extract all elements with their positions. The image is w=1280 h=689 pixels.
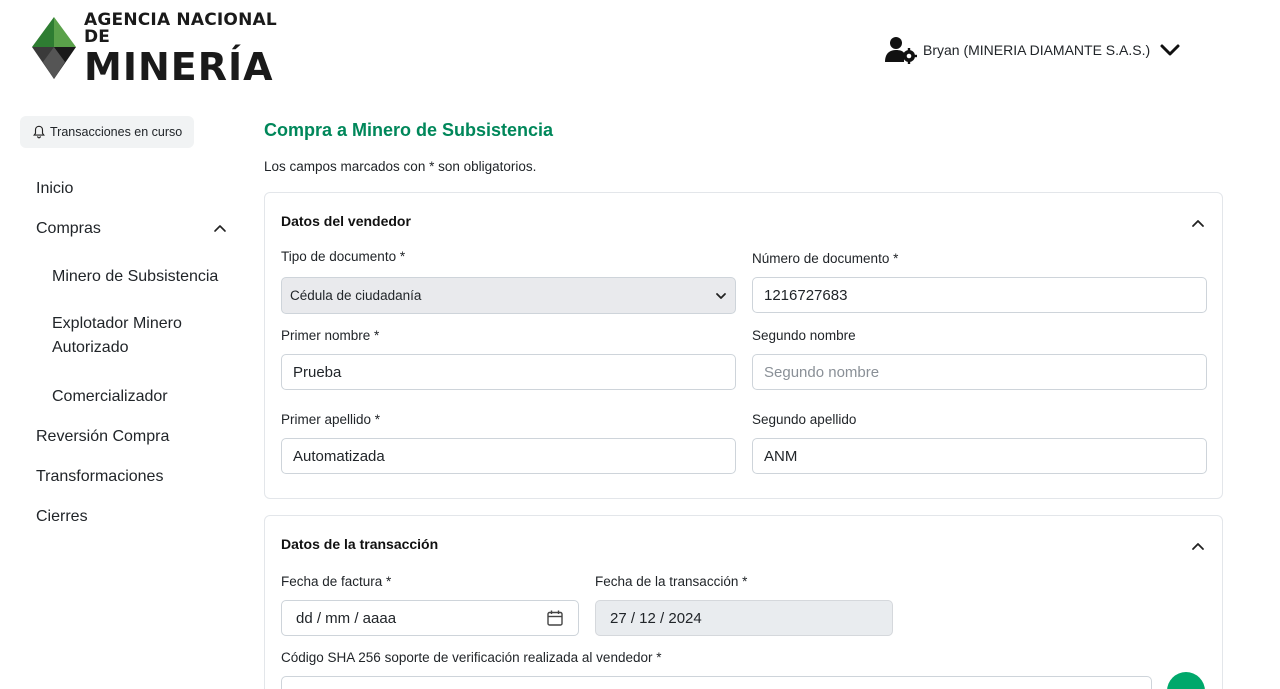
tx-date-label: Fecha de la transacción * <box>595 574 748 589</box>
sidebar-item-comercializador[interactable]: Comercializador <box>52 388 168 406</box>
sidebar-item-compras[interactable]: Compras <box>36 220 101 238</box>
first-surname-input[interactable]: Automatizada <box>281 438 736 474</box>
sidebar-item-cierres[interactable]: Cierres <box>36 508 88 526</box>
transactions-button-label: Transacciones en curso <box>50 125 183 139</box>
sidebar-item-minero-subsistencia[interactable]: Minero de Subsistencia <box>52 268 218 286</box>
invoice-date-value: dd / mm / aaaa <box>296 609 397 627</box>
doc-type-select[interactable]: Cédula de ciudadanía <box>281 277 736 314</box>
anm-logo[interactable]: AGENCIA NACIONAL DE MINERÍA <box>32 12 292 86</box>
chevron-down-icon[interactable] <box>1158 38 1182 62</box>
logo-line2: MINERÍA <box>84 45 274 89</box>
sidebar-item-inicio[interactable]: Inicio <box>36 180 73 198</box>
sha-code-input[interactable] <box>281 676 1152 689</box>
sidebar-item-transformaciones[interactable]: Transformaciones <box>36 468 163 486</box>
vendor-data-card: Datos del vendedor Tipo de documento * C… <box>264 192 1223 499</box>
user-menu[interactable]: Bryan (MINERIA DIAMANTE S.A.S.) <box>885 36 1182 64</box>
doc-type-label: Tipo de documento * <box>281 249 406 264</box>
invoice-date-label: Fecha de factura * <box>281 574 392 589</box>
chevron-up-icon[interactable] <box>1190 538 1206 554</box>
tx-date-value: 27 / 12 / 2024 <box>610 609 702 627</box>
transaction-card-title: Datos de la transacción <box>281 536 439 552</box>
first-surname-label: Primer apellido * <box>281 412 381 427</box>
page-title: Compra a Minero de Subsistencia <box>264 120 554 140</box>
second-surname-label: Segundo apellido <box>752 412 857 427</box>
vendor-card-title: Datos del vendedor <box>281 213 411 229</box>
doc-number-input[interactable]: 1216727683 <box>752 277 1207 313</box>
sha-code-label: Código SHA 256 soporte de verificación r… <box>281 650 662 665</box>
user-name: Bryan (MINERIA DIAMANTE S.A.S.) <box>923 42 1151 58</box>
second-name-label: Segundo nombre <box>752 328 856 343</box>
transaction-data-card: Datos de la transacción Fecha de factura… <box>264 515 1223 689</box>
user-settings-icon <box>885 37 917 64</box>
invoice-date-input[interactable]: dd / mm / aaaa <box>281 600 579 636</box>
sidebar-item-explotador-minero[interactable]: Explotador Minero Autorizado <box>52 312 202 360</box>
second-name-input[interactable]: Segundo nombre <box>752 354 1207 390</box>
logo-diamond-icon <box>32 17 76 79</box>
chevron-up-icon[interactable] <box>212 220 228 236</box>
chevron-down-icon <box>716 292 726 299</box>
sidebar-item-reversion-compra[interactable]: Reversión Compra <box>36 428 169 446</box>
bell-icon <box>33 125 45 139</box>
calendar-icon[interactable] <box>546 609 564 627</box>
chevron-up-icon[interactable] <box>1190 215 1206 231</box>
required-fields-note: Los campos marcados con * son obligatori… <box>264 159 537 174</box>
doc-type-value: Cédula de ciudadanía <box>290 288 422 303</box>
transactions-in-progress-button[interactable]: Transacciones en curso <box>20 116 195 148</box>
second-surname-input[interactable]: ANM <box>752 438 1207 474</box>
logo-line1: AGENCIA NACIONAL DE <box>84 10 277 47</box>
first-name-label: Primer nombre * <box>281 328 380 343</box>
doc-number-label: Número de documento * <box>752 251 899 266</box>
tx-date-input: 27 / 12 / 2024 <box>595 600 893 636</box>
first-name-input[interactable]: Prueba <box>281 354 736 390</box>
